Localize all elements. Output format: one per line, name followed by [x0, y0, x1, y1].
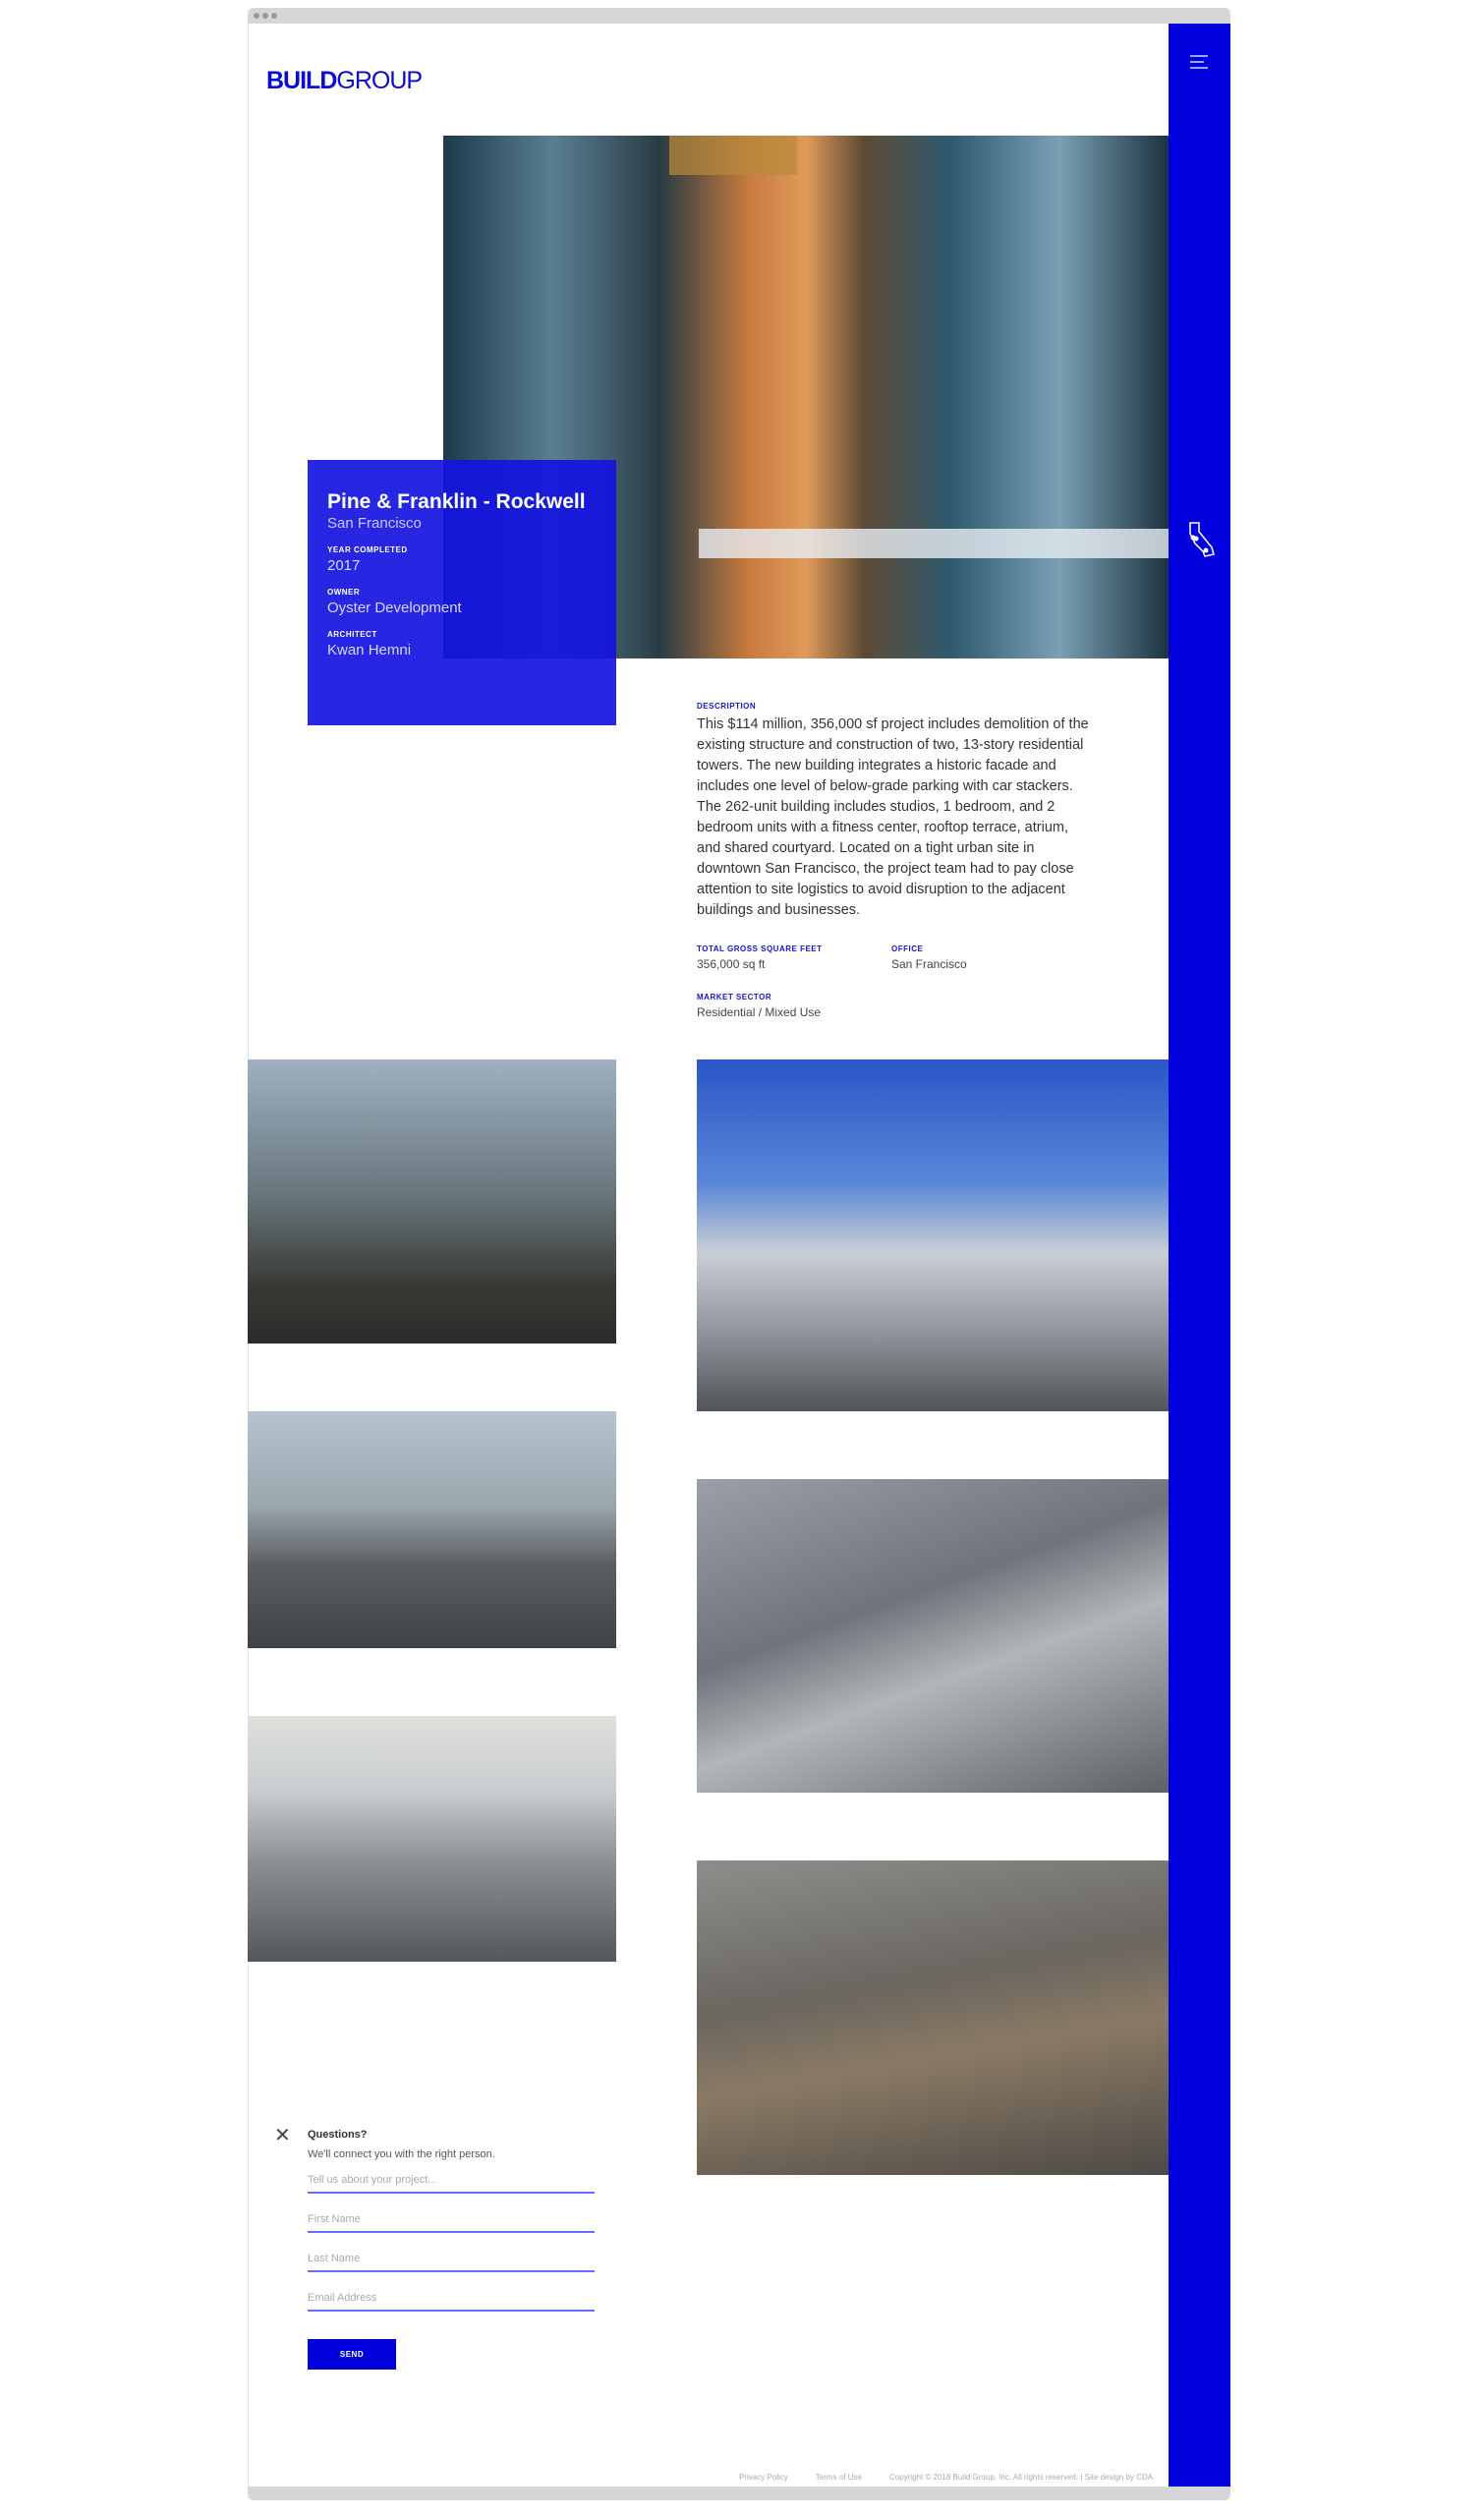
footer: Privacy Policy Terms of Use Copyright © … — [739, 2473, 1153, 2482]
browser-title-bar — [248, 8, 1230, 24]
copyright-text: Copyright © 2018 Build Group, Inc. All r… — [888, 2473, 1154, 2482]
browser-bottom-bar — [248, 2487, 1230, 2500]
sqft-value: 356,000 sq ft — [697, 957, 766, 971]
first-name-input[interactable] — [308, 2213, 595, 2225]
last-name-input[interactable] — [308, 2253, 595, 2264]
owner-label: OWNER — [327, 588, 361, 597]
hamburger-icon[interactable] — [1190, 55, 1208, 73]
form-title: Questions? — [308, 2129, 368, 2141]
sqft-label: TOTAL GROSS SQUARE FEET — [697, 944, 823, 953]
architect-value: Kwan Hemni — [327, 642, 412, 658]
project-city: San Francisco — [327, 515, 422, 532]
year-label: YEAR COMPLETED — [327, 545, 408, 554]
architect-label: ARCHITECT — [327, 630, 377, 639]
terms-link[interactable]: Terms of Use — [816, 2473, 862, 2482]
form-subtitle: We'll connect you with the right person. — [308, 2148, 495, 2160]
email-input[interactable] — [308, 2292, 595, 2304]
gallery-image-tower[interactable] — [697, 1059, 1169, 1411]
window-dot — [262, 13, 268, 19]
project-info-card: Pine & Franklin - Rockwell San Francisco… — [308, 460, 616, 725]
california-map-icon[interactable] — [1186, 520, 1218, 559]
sector-value: Residential / Mixed Use — [697, 1005, 822, 1019]
gallery-image-construction[interactable] — [697, 1860, 1169, 2175]
gallery-image-street[interactable] — [248, 1059, 616, 1344]
office-value: San Francisco — [891, 957, 967, 971]
sidebar — [1169, 24, 1230, 2487]
project-input[interactable] — [308, 2174, 595, 2186]
office-label: OFFICE — [891, 944, 924, 953]
close-icon[interactable]: ✕ — [274, 2126, 291, 2145]
owner-value: Oyster Development — [327, 600, 462, 616]
project-details: DESCRIPTION This $114 million, 356,000 s… — [697, 702, 1090, 1019]
contact-form: Questions? We'll connect you with the ri… — [308, 2129, 595, 2370]
privacy-link[interactable]: Privacy Policy — [739, 2473, 788, 2482]
window-dot — [254, 13, 259, 19]
send-button[interactable]: SEND — [308, 2339, 396, 2370]
sector-label: MARKET SECTOR — [697, 993, 772, 1001]
year-value: 2017 — [327, 557, 361, 574]
gallery-image-interior[interactable] — [248, 1716, 616, 1962]
window-dot — [271, 13, 277, 19]
logo[interactable]: BUILDGROUP — [266, 67, 423, 95]
project-title: Pine & Franklin - Rockwell — [327, 490, 586, 513]
description-label: DESCRIPTION — [697, 702, 757, 711]
gallery-image-aerial[interactable] — [697, 1479, 1169, 1793]
gallery-image-terrace[interactable] — [248, 1411, 616, 1648]
description-text: This $114 million, 356,000 sf project in… — [697, 716, 1089, 918]
